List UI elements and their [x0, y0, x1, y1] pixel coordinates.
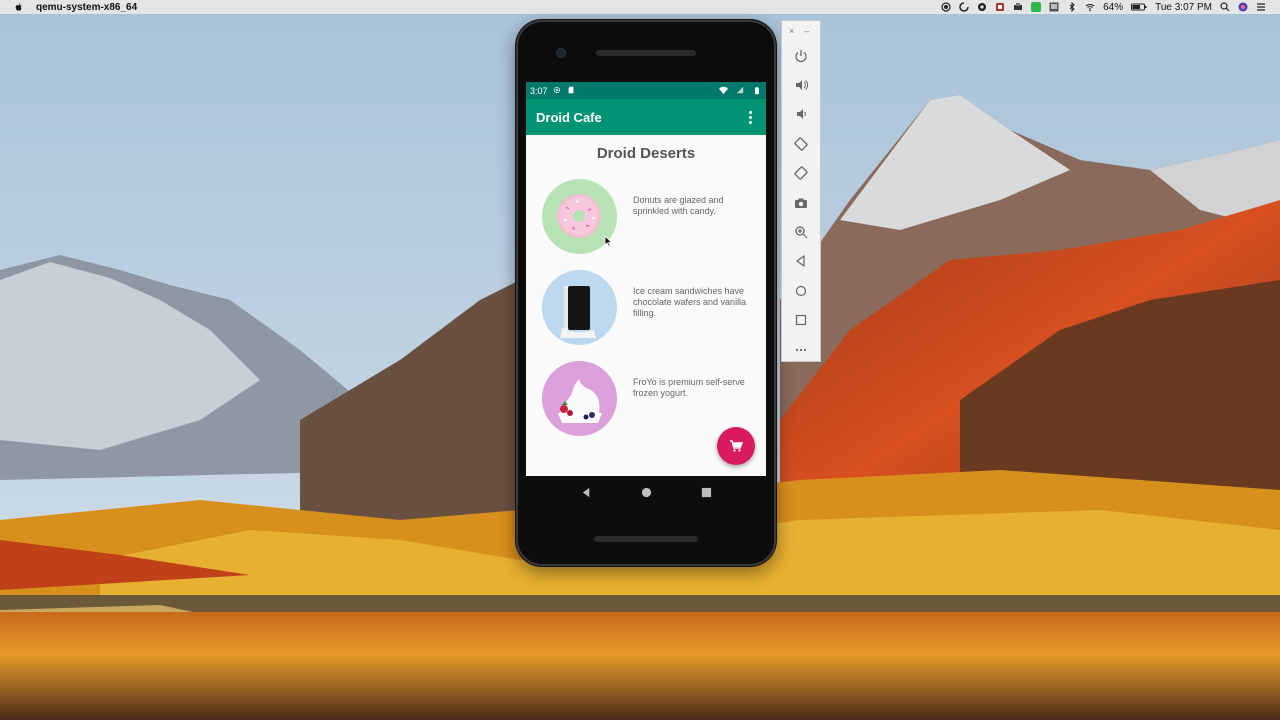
- home-icon[interactable]: [640, 486, 652, 498]
- green-app-icon[interactable]: [1031, 2, 1042, 12]
- active-app-name[interactable]: qemu-system-x86_64: [36, 2, 137, 13]
- emulator-device: 3:07 Droid Cafe Droid Deserts Donuts are…: [516, 20, 776, 566]
- page-heading: Droid Deserts: [596, 145, 696, 162]
- back-icon[interactable]: [782, 247, 820, 276]
- item-description: Ice cream sandwiches have chocolate wafe…: [633, 286, 747, 318]
- status-bar: 3:07: [526, 82, 766, 99]
- bottom-speaker: [594, 536, 698, 542]
- print-icon[interactable]: [1013, 2, 1023, 12]
- shopping-cart-fab[interactable]: [717, 427, 755, 465]
- back-icon[interactable]: [580, 486, 592, 498]
- mouse-cursor-icon: [604, 235, 613, 247]
- notifications-icon[interactable]: [1256, 2, 1266, 12]
- power-icon[interactable]: [782, 41, 820, 70]
- item-description: Donuts are glazed and sprinkled with can…: [633, 195, 724, 216]
- cell-signal-icon: [736, 86, 745, 95]
- earpiece-speaker: [596, 50, 696, 56]
- camera-icon[interactable]: [782, 188, 820, 217]
- menu-bar-clock[interactable]: Tue 3:07 PM: [1155, 2, 1212, 13]
- menu-bar: qemu-system-x86_64 64% Tue 3:07 PM: [0, 0, 1280, 14]
- sd-card-icon: [567, 86, 576, 95]
- overview-icon[interactable]: [782, 306, 820, 335]
- bluetooth-icon[interactable]: [1067, 2, 1077, 12]
- froyo-image[interactable]: [542, 361, 617, 436]
- status-time: 3:07: [530, 85, 548, 96]
- display-icon[interactable]: [1049, 2, 1059, 12]
- cloud-icon[interactable]: [977, 2, 987, 12]
- main-content: Droid Deserts Donuts are glazed and spri…: [526, 135, 766, 476]
- menu-bar-extras: 64% Tue 3:07 PM: [941, 2, 1280, 13]
- status-indicators: [714, 86, 762, 95]
- list-item-donut: Donuts are glazed and sprinkled with can…: [542, 179, 762, 255]
- settings-icon: [553, 86, 562, 95]
- overflow-menu-icon[interactable]: [744, 109, 756, 125]
- list-item-ice-cream-sandwich: Ice cream sandwiches have chocolate wafe…: [542, 270, 762, 346]
- front-camera: [556, 48, 566, 58]
- search-icon[interactable]: [1220, 2, 1230, 12]
- device-screen: 3:07 Droid Cafe Droid Deserts Donuts are…: [526, 82, 766, 476]
- wifi-signal-icon: [719, 86, 728, 95]
- rotate-left-icon[interactable]: [782, 129, 820, 158]
- siri-icon[interactable]: [1238, 2, 1248, 12]
- minimize-icon[interactable]: –: [804, 26, 809, 36]
- home-icon[interactable]: [782, 276, 820, 305]
- ice-cream-sandwich-image[interactable]: [542, 270, 617, 345]
- volume-down-icon[interactable]: [782, 100, 820, 129]
- app-title: Droid Cafe: [536, 109, 602, 125]
- close-icon[interactable]: ×: [789, 26, 794, 36]
- battery-icon[interactable]: [1131, 2, 1147, 12]
- record-icon[interactable]: [941, 2, 951, 12]
- battery-icon: [753, 86, 762, 95]
- battery-percent[interactable]: 64%: [1103, 2, 1123, 13]
- item-description: FroYo is premium self-serve frozen yogur…: [633, 377, 745, 398]
- apple-menu-icon[interactable]: [14, 2, 26, 12]
- recents-icon[interactable]: [700, 486, 712, 498]
- volume-up-icon[interactable]: [782, 70, 820, 99]
- list-item-froyo: FroYo is premium self-serve frozen yogur…: [542, 361, 762, 437]
- wifi-icon[interactable]: [1085, 2, 1095, 12]
- screen-icon[interactable]: [995, 2, 1005, 12]
- system-navigation-bar: [526, 476, 766, 508]
- more-icon[interactable]: [782, 335, 820, 364]
- emulator-toolbar: × –: [781, 20, 821, 362]
- rotate-right-icon[interactable]: [782, 159, 820, 188]
- toolbar-window-controls: × –: [782, 21, 820, 41]
- shopping-cart-icon: [730, 440, 743, 452]
- app-bar: Droid Cafe: [526, 99, 766, 135]
- sync-icon[interactable]: [959, 2, 969, 12]
- zoom-icon[interactable]: [782, 217, 820, 246]
